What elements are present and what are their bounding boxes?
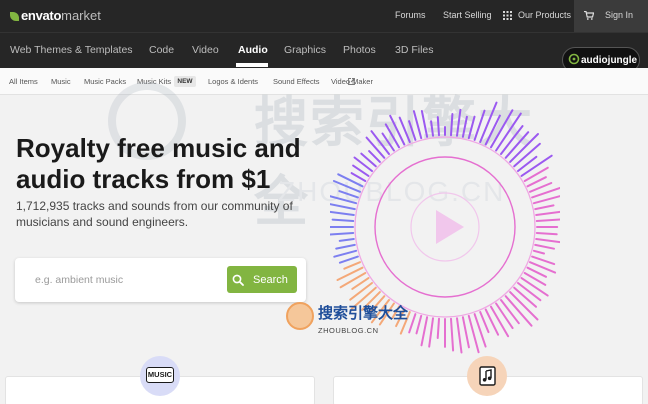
visualizer-bar (412, 110, 423, 140)
visualizer-bar (456, 317, 463, 354)
music-icon: MUSIC (146, 367, 174, 383)
visualizer-bar (335, 243, 356, 250)
visualizer-bar (338, 255, 359, 264)
music-file-icon (479, 366, 496, 386)
visualizer-bar (436, 317, 440, 339)
visualizer-bar (513, 286, 537, 308)
subnav-music-packs[interactable]: Music Packs (84, 77, 126, 86)
visualizer-bar (330, 203, 356, 211)
visualizer-bar (535, 210, 560, 216)
visualizer-bar (532, 195, 560, 205)
visualizer-bar (428, 317, 434, 348)
visualizer-bar (456, 108, 462, 137)
visualizer-bar (408, 120, 417, 141)
hero-headline: Royalty free music and audio tracks from… (16, 133, 301, 194)
visualizer-bar (461, 316, 470, 349)
visualizer-bar (484, 114, 501, 146)
grid-icon (503, 11, 512, 20)
visualizer-bar (370, 130, 390, 155)
subnav-sound-effects[interactable]: Sound Effects (273, 77, 320, 86)
visualizer-bar (490, 305, 510, 338)
visualizer-bar (535, 238, 560, 244)
visualizer-bar (368, 150, 381, 163)
visualizer-bar (330, 232, 355, 236)
visualizer-bar (500, 299, 520, 325)
visualizer-bar (479, 101, 498, 143)
visualizer-bar (333, 249, 358, 258)
tab-3d-files[interactable]: 3D Files (395, 44, 434, 56)
visualizer-bar (495, 302, 514, 330)
hero-subhead: 1,712,935 tracks and sounds from our com… (16, 199, 293, 229)
logo-suffix: market (61, 8, 101, 23)
subnav-logos-idents[interactable]: Logos & Idents (208, 77, 258, 86)
search-card: Search (15, 258, 306, 302)
tab-video[interactable]: Video (192, 44, 219, 56)
visualizer-bar (408, 313, 417, 334)
visualizer-bar (330, 195, 358, 205)
visualizer-bar (415, 314, 423, 335)
external-link-icon (348, 78, 355, 85)
play-icon[interactable] (410, 192, 480, 262)
visualizer-bar (517, 282, 542, 302)
subnav-music-kits[interactable]: Music Kits (137, 77, 171, 86)
envato-leaf-icon (10, 12, 19, 22)
tab-graphics[interactable]: Graphics (284, 44, 326, 56)
tab-web-themes[interactable]: Web Themes & Templates (10, 44, 133, 56)
visualizer-bar (450, 317, 455, 352)
visualizer-bar (365, 136, 386, 159)
visualizer-bar (338, 190, 359, 199)
visualizer-bar (420, 316, 429, 347)
visualizer-bar (532, 249, 545, 255)
visualizer-bar (343, 261, 361, 270)
active-tab-indicator (236, 63, 268, 67)
tab-audio[interactable]: Audio (238, 44, 268, 56)
tab-photos[interactable]: Photos (343, 44, 376, 56)
visualizer-bar (461, 115, 468, 138)
visualizer-bar (339, 272, 367, 289)
sign-in-link[interactable]: Sign In (605, 10, 633, 20)
watermark-small-cn: 搜索引擎大全 (318, 305, 409, 322)
visualizer-bar (349, 282, 373, 301)
search-icon (232, 274, 244, 286)
our-products-link[interactable]: Our Products (518, 10, 571, 20)
cart-icon[interactable] (584, 11, 594, 20)
visualizer-bar (467, 115, 476, 140)
envato-market-logo[interactable]: envatomarket (10, 8, 101, 23)
visualizer-bar (450, 113, 454, 137)
start-selling-link[interactable]: Start Selling (443, 10, 492, 20)
visualizer-bar (350, 172, 367, 182)
search-input[interactable] (35, 269, 225, 291)
visualizer-bar (336, 266, 364, 281)
visualizer-bar (534, 204, 555, 211)
visualizer-bar (531, 255, 556, 266)
visualizer-bar (534, 243, 555, 250)
tab-code[interactable]: Code (149, 44, 174, 56)
visualizer-bar (389, 114, 406, 146)
forums-link[interactable]: Forums (395, 10, 426, 20)
visualizer-bar (331, 218, 355, 222)
visualizer-bar (535, 218, 560, 222)
visualizer-bar (338, 238, 355, 242)
visualizer-bar (430, 120, 434, 137)
visualizer-bar (436, 116, 440, 137)
visualizer-bar (479, 311, 490, 334)
visualizer-bar (520, 277, 549, 297)
subnav-music[interactable]: Music (51, 77, 71, 86)
watermark-small-en: ZHOUBLOG.CN (318, 326, 379, 335)
new-badge: NEW (174, 76, 196, 87)
subnav-all-items[interactable]: All Items (9, 77, 38, 86)
watermark-small: 搜索引擎大全 ZHOUBLOG.CN (286, 300, 408, 344)
visualizer-bar (420, 110, 429, 138)
visualizer-bar (535, 232, 558, 236)
audiojungle-logo-icon (568, 53, 580, 65)
watermark-small-logo (286, 302, 314, 330)
visualizer-bar (330, 210, 355, 216)
logo-brand: envato (21, 8, 62, 23)
